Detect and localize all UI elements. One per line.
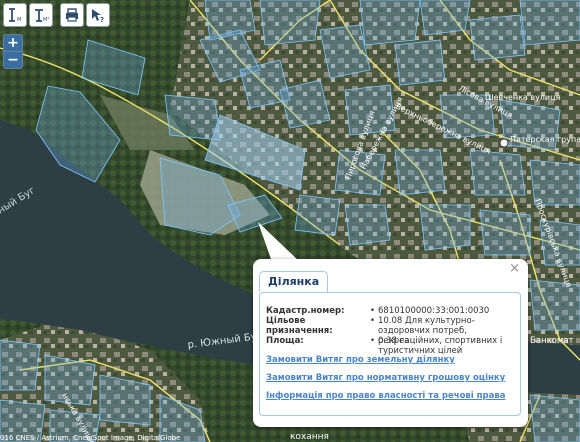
- bullet: •: [370, 316, 376, 326]
- poi-bank-label: Банкомат: [530, 336, 574, 346]
- tools-toolbar: ?: [60, 3, 110, 27]
- parcel-popup: × Ділянка Кадастр.номер: • 6810100000:33…: [253, 259, 528, 427]
- attribution: 016 CNES / Astrium, Cnes/Spot Image, Dig…: [0, 434, 180, 442]
- ownership-info-link[interactable]: Інформація про право власності та речові…: [266, 391, 505, 401]
- zoom-in-button[interactable]: +: [4, 35, 22, 51]
- street-label-bottom: кохання: [290, 432, 329, 442]
- field-label: Кадастр.номер:: [266, 306, 345, 316]
- close-icon[interactable]: ×: [509, 262, 520, 276]
- popup-content: Кадастр.номер: • 6810100000:33:001:0030 …: [259, 292, 521, 416]
- svg-text:?: ?: [100, 16, 104, 23]
- area-value: 0.38 га: [378, 336, 410, 346]
- zoom-out-button[interactable]: −: [4, 51, 22, 68]
- bullet: •: [370, 306, 376, 316]
- tab-parcel[interactable]: Ділянка: [259, 271, 329, 292]
- print-button[interactable]: [60, 3, 84, 27]
- field-label: Площа:: [266, 336, 304, 346]
- print-icon: [66, 8, 78, 22]
- measure-area-button[interactable]: M²: [29, 3, 53, 27]
- svg-text:M²: M²: [43, 17, 49, 23]
- zoom-control: + −: [3, 34, 23, 69]
- measure-line-button[interactable]: M: [3, 3, 27, 27]
- measure-area-icon: M²: [35, 9, 49, 23]
- street-label-shevchenka: Шевченка вулиця: [485, 93, 561, 102]
- measure-toolbar: M M²: [3, 3, 53, 27]
- field-label: Цільове призначення:: [266, 316, 333, 336]
- bullet: •: [370, 336, 376, 346]
- cadastral-number: 6810100000:33:001:0030: [378, 306, 490, 316]
- poi-label: Пятерская група Кравниця: [510, 135, 580, 144]
- order-valuation-link[interactable]: Замовити Витяг про нормативну грошову оц…: [266, 373, 505, 383]
- svg-text:M: M: [17, 17, 21, 23]
- order-extract-link[interactable]: Замовити Витяг про земельну ділянку: [266, 355, 455, 365]
- identify-button[interactable]: ?: [86, 3, 110, 27]
- measure-line-icon: M: [9, 8, 21, 23]
- poi-marker[interactable]: [499, 138, 509, 148]
- identify-icon: ?: [92, 9, 104, 23]
